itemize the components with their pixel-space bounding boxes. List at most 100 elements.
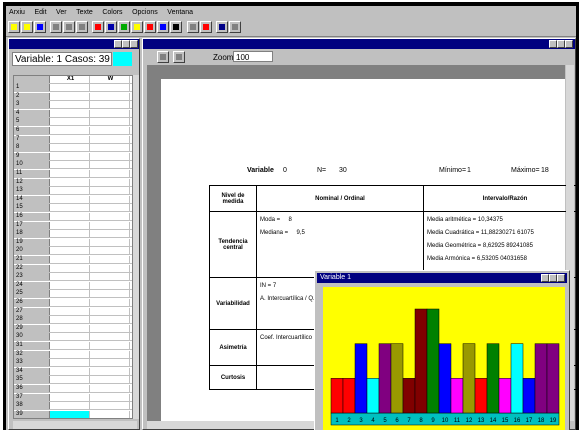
table-row[interactable]: 8	[14, 144, 132, 153]
table-row[interactable]: 24	[14, 281, 132, 290]
data-cell[interactable]	[50, 256, 90, 263]
data-cell[interactable]	[90, 187, 130, 195]
data-cell[interactable]	[90, 316, 130, 324]
data-cell[interactable]	[50, 161, 90, 169]
row-header[interactable]: 5	[14, 118, 50, 126]
row-header[interactable]: 32	[14, 350, 50, 358]
data-cell[interactable]	[50, 264, 90, 272]
row-header[interactable]: 24	[14, 281, 50, 289]
data-cell[interactable]	[90, 299, 130, 306]
data-cell[interactable]	[90, 144, 130, 152]
row-header[interactable]: 34	[14, 367, 50, 375]
row-header[interactable]: 6	[14, 127, 50, 134]
data-cell[interactable]	[50, 238, 90, 246]
table-row[interactable]: 37	[14, 393, 132, 402]
table-row[interactable]: 15	[14, 204, 132, 213]
zoom-select[interactable]: 100	[233, 51, 273, 62]
row-header[interactable]: 27	[14, 307, 50, 315]
row-header[interactable]: 28	[14, 316, 50, 324]
table-row[interactable]: 33	[14, 359, 132, 368]
table-row[interactable]: 34	[14, 367, 132, 376]
data-cell[interactable]	[90, 101, 130, 109]
data-cell[interactable]	[90, 376, 130, 384]
minimize-button[interactable]	[549, 40, 557, 48]
data-cell[interactable]	[50, 195, 90, 203]
table-row[interactable]: 22	[14, 264, 132, 273]
data-cell[interactable]	[90, 195, 130, 203]
data-cell[interactable]	[90, 221, 130, 229]
data-window-title[interactable]	[9, 39, 139, 49]
open-icon[interactable]	[21, 21, 33, 33]
table-row[interactable]: 23	[14, 273, 132, 282]
row-header[interactable]: 38	[14, 402, 50, 410]
table-row[interactable]: 28	[14, 316, 132, 325]
table-row[interactable]: 38	[14, 402, 132, 411]
table-row[interactable]: 30	[14, 333, 132, 342]
data-cell[interactable]	[50, 178, 90, 186]
row-header[interactable]: 4	[14, 109, 50, 117]
table-icon[interactable]	[187, 21, 199, 33]
row-header[interactable]: 33	[14, 359, 50, 367]
table-row[interactable]: 17	[14, 221, 132, 230]
row-header[interactable]: 36	[14, 385, 50, 392]
row-header[interactable]: 13	[14, 187, 50, 195]
help-icon[interactable]	[229, 21, 241, 33]
menu-item[interactable]: Arxiu	[6, 8, 29, 16]
data-cell[interactable]	[50, 204, 90, 212]
row-header[interactable]: 26	[14, 299, 50, 306]
table-row[interactable]: 3	[14, 101, 132, 110]
table-row[interactable]: 10	[14, 161, 132, 170]
table-row[interactable]: 29	[14, 324, 132, 333]
data-cell[interactable]	[90, 307, 130, 315]
row-header[interactable]: 22	[14, 264, 50, 272]
table-row[interactable]: 16	[14, 213, 132, 221]
line-chart-icon[interactable]	[200, 21, 212, 33]
row-header[interactable]: 3	[14, 101, 50, 109]
row-header[interactable]: 35	[14, 376, 50, 384]
row-header[interactable]: 1	[14, 84, 50, 91]
table-row[interactable]: 25	[14, 290, 132, 299]
row-header[interactable]: 11	[14, 170, 50, 177]
row-header[interactable]: 31	[14, 342, 50, 349]
data-cell[interactable]	[90, 204, 130, 212]
table-row[interactable]: 12	[14, 178, 132, 187]
minimize-button[interactable]	[114, 40, 122, 48]
data-cell[interactable]	[90, 213, 130, 220]
copy-icon[interactable]	[63, 21, 75, 33]
data-cell[interactable]	[90, 410, 130, 418]
data-cell[interactable]	[50, 359, 90, 367]
horizontal-scrollbar[interactable]	[13, 421, 137, 429]
data-cell[interactable]	[50, 213, 90, 220]
row-header[interactable]: 20	[14, 247, 50, 255]
menu-item[interactable]: Ventana	[164, 8, 197, 16]
data-cell[interactable]	[90, 170, 130, 177]
paste-icon[interactable]	[76, 21, 88, 33]
row-header[interactable]: 19	[14, 238, 50, 246]
row-header[interactable]: 21	[14, 256, 50, 263]
table-row[interactable]: 14	[14, 195, 132, 204]
data-cell[interactable]	[90, 333, 130, 341]
data-cell[interactable]	[50, 118, 90, 126]
minimize-button[interactable]	[541, 274, 549, 282]
row-header[interactable]: 8	[14, 144, 50, 152]
data-cell[interactable]	[50, 385, 90, 392]
table-row[interactable]: 35	[14, 376, 132, 385]
copy-report-icon[interactable]	[173, 51, 185, 63]
data-cell[interactable]	[50, 187, 90, 195]
histogram-icon[interactable]	[157, 21, 169, 33]
table-row[interactable]: 19	[14, 238, 132, 247]
table-row[interactable]: 32	[14, 350, 132, 359]
results-window-title[interactable]	[143, 39, 575, 49]
table-row[interactable]: 18	[14, 230, 132, 239]
data-cell[interactable]	[50, 273, 90, 281]
dropdown-icon[interactable]	[170, 21, 182, 33]
data-cell[interactable]	[90, 230, 130, 238]
row-header[interactable]: 30	[14, 333, 50, 341]
data-cell[interactable]	[90, 135, 130, 143]
new-icon[interactable]	[8, 21, 20, 33]
table-row[interactable]: 6	[14, 127, 132, 135]
row-header[interactable]: 29	[14, 324, 50, 332]
data-cell[interactable]	[90, 127, 130, 134]
data-cell[interactable]	[90, 247, 130, 255]
data-cell[interactable]	[90, 256, 130, 263]
